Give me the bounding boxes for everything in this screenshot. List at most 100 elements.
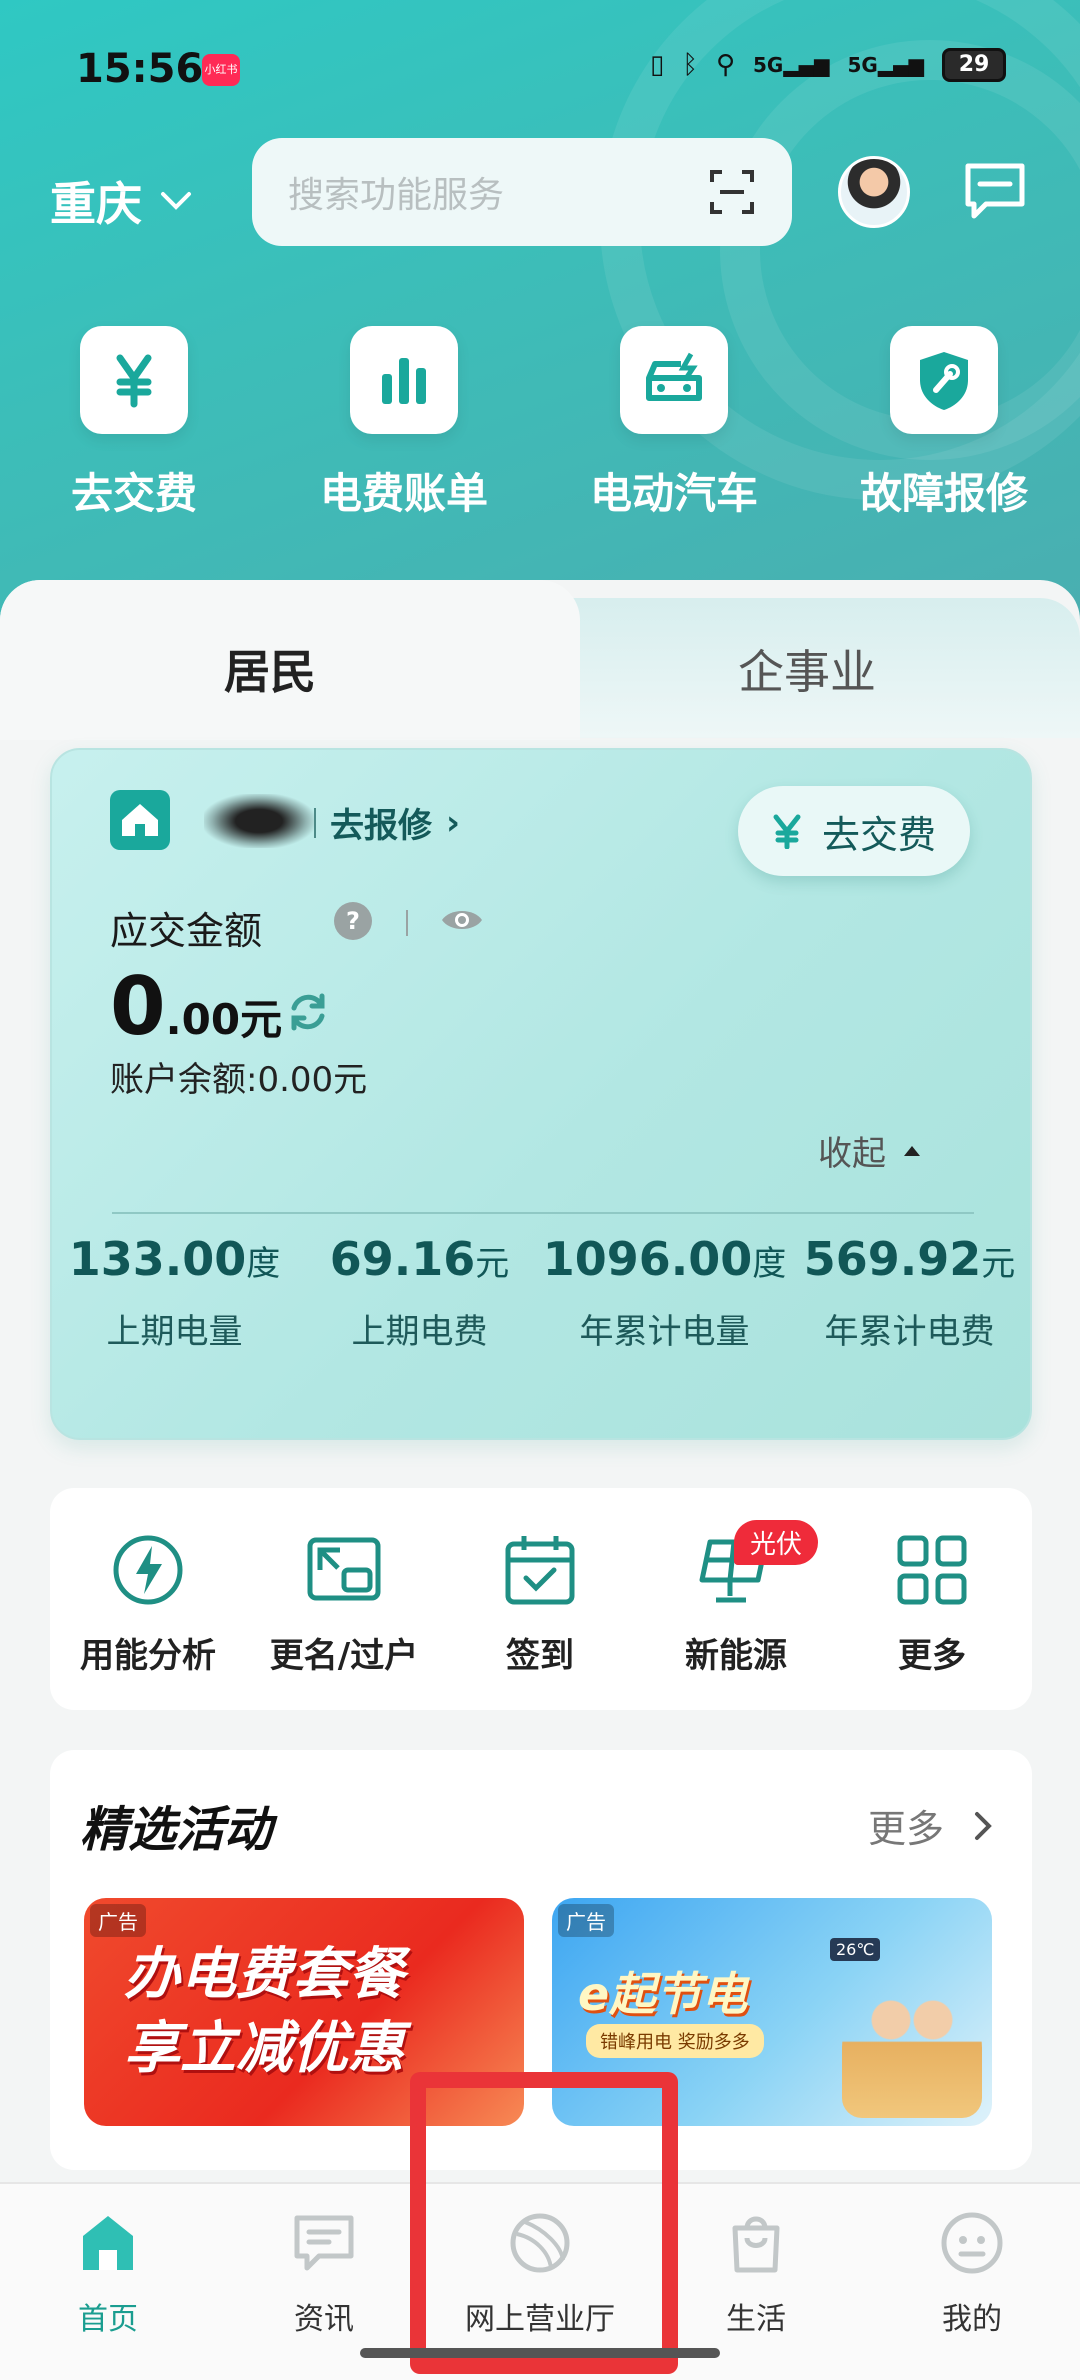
- app-notification-badge: 小红书: [202, 54, 240, 86]
- stat-value: 69.16元: [329, 1232, 510, 1286]
- quick-action-label: 电费账单: [319, 469, 488, 518]
- quick-action-bill[interactable]: 电费账单: [284, 326, 524, 521]
- transfer-icon: [307, 1537, 381, 1601]
- pay-button[interactable]: 去交费: [738, 786, 970, 876]
- eye-icon[interactable]: [440, 904, 484, 936]
- stat-value: 569.92元: [803, 1232, 1016, 1286]
- battery-indicator: 29: [942, 48, 1006, 82]
- stat-label: 上期电费: [351, 1312, 488, 1352]
- gesture-home-bar[interactable]: [360, 2348, 720, 2358]
- tab-resident[interactable]: 居民: [224, 636, 316, 702]
- search-input[interactable]: 搜索功能服务: [252, 138, 792, 246]
- repair-link[interactable]: 去报修 ›: [314, 798, 460, 847]
- quick-action-pay[interactable]: 去交费: [14, 326, 254, 521]
- service-label: 更名/过户: [269, 1636, 419, 1676]
- stat-value: 1096.00度: [542, 1232, 787, 1286]
- collapse-label: 收起: [818, 1134, 886, 1174]
- lightning-icon: [113, 1535, 183, 1605]
- stat-last-fee: 69.16元 上期电费: [297, 1218, 542, 1353]
- city-label: 重庆: [50, 177, 142, 231]
- stats-divider: [112, 1212, 974, 1214]
- stat-year-fee: 569.92元 年累计电费: [787, 1218, 1032, 1353]
- section-title: 精选活动: [80, 1802, 273, 1858]
- quick-action-ev[interactable]: 电动汽车: [554, 326, 794, 521]
- nav-life[interactable]: 生活: [648, 2208, 864, 2338]
- quick-action-repair[interactable]: 故障报修: [824, 326, 1064, 521]
- signal-icon: 5G▂▄▆: [753, 53, 830, 77]
- bluetooth-icon: ᛒ: [682, 50, 698, 80]
- status-time: 15:56: [76, 46, 204, 92]
- collapse-toggle[interactable]: 收起: [818, 1126, 922, 1175]
- amount-decimal: .00元: [165, 995, 283, 1044]
- stat-year-usage: 1096.00度 年累计电量: [542, 1218, 787, 1353]
- service-label: 用能分析: [80, 1636, 216, 1676]
- shopping-bag-icon: [732, 2216, 780, 2273]
- ev-car-icon: [620, 326, 728, 434]
- stat-label: 上期电量: [106, 1312, 243, 1352]
- grid-icon: [897, 1535, 967, 1605]
- signal-icon-2: 5G▂▄▆: [847, 53, 925, 77]
- pay-button-label: 去交费: [821, 812, 936, 857]
- service-label: 签到: [506, 1636, 574, 1676]
- banner-headline: e起节电: [578, 1967, 748, 2021]
- yen-icon: [80, 326, 188, 434]
- home-icon: [110, 790, 170, 850]
- refresh-icon[interactable]: [286, 990, 330, 1034]
- message-icon[interactable]: [962, 160, 1028, 222]
- divider: [406, 910, 408, 936]
- account-balance: 账户余额:0.00元: [110, 1060, 368, 1100]
- nav-news[interactable]: 资讯: [216, 2208, 432, 2338]
- nav-mine[interactable]: 我的: [864, 2208, 1080, 2338]
- bar-chart-icon: [350, 326, 458, 434]
- due-amount-label: 应交金额: [110, 909, 263, 953]
- stat-value: 133.00度: [68, 1232, 281, 1286]
- separator: [314, 807, 316, 838]
- pv-badge: 光伏: [734, 1520, 819, 1565]
- service-transfer[interactable]: 更名/过户: [246, 1530, 442, 1677]
- stat-last-usage: 133.00度 上期电量: [52, 1218, 297, 1353]
- chevron-right-icon: ›: [446, 802, 461, 843]
- account-name-redacted: [204, 794, 314, 848]
- quick-action-label: 去交费: [70, 469, 197, 518]
- repair-link-label: 去报修: [330, 806, 432, 846]
- calendar-check-icon: [505, 1536, 575, 1605]
- nav-label: 我的: [942, 2302, 1002, 2337]
- yen-icon: [773, 814, 801, 849]
- nav-label: 资讯: [294, 2302, 354, 2337]
- help-icon[interactable]: ?: [334, 902, 372, 940]
- service-checkin[interactable]: 签到: [442, 1530, 638, 1677]
- scan-icon[interactable]: [708, 168, 756, 216]
- wrench-shield-icon: [890, 326, 998, 434]
- due-amount: 0.00元: [110, 960, 282, 1053]
- quick-action-label: 电动汽车: [589, 469, 758, 518]
- news-icon: [294, 2215, 354, 2271]
- amount-integer: 0: [110, 960, 166, 1053]
- temperature-display: 26℃: [830, 1938, 881, 1961]
- status-bar: 15:56 小红书 ▯ ᛒ ⚲ 5G▂▄▆ 5G▂▄▆ 29: [0, 0, 1080, 140]
- tab-enterprise[interactable]: 企事业: [738, 636, 876, 702]
- caret-up-icon: [904, 1145, 920, 1156]
- location-icon: ⚲: [715, 50, 735, 80]
- vibrate-icon: ▯: [650, 50, 665, 80]
- banner-subtext: 错峰用电 奖励多多: [586, 2024, 764, 2058]
- banner-headline: 办电费套餐 享立减优惠: [124, 1942, 404, 2081]
- search-placeholder: 搜索功能服务: [288, 175, 505, 216]
- chevron-down-icon: [161, 192, 191, 210]
- ad-tag: 广告: [558, 1904, 614, 1937]
- service-energy-analysis[interactable]: 用能分析: [50, 1530, 246, 1677]
- stat-label: 年累计电量: [579, 1312, 750, 1352]
- status-icons: ▯ ᛒ ⚲ 5G▂▄▆ 5G▂▄▆ 29: [650, 48, 1006, 82]
- activities-more-link[interactable]: 更多: [868, 1798, 992, 1853]
- stat-label: 年累计电费: [824, 1312, 995, 1352]
- quick-action-label: 故障报修: [859, 469, 1028, 518]
- nav-label: 生活: [726, 2302, 786, 2337]
- city-selector[interactable]: 重庆: [50, 168, 192, 234]
- nav-home[interactable]: 首页: [0, 2208, 216, 2338]
- family-illustration: [842, 1978, 982, 2118]
- ad-tag: 广告: [90, 1904, 146, 1937]
- service-more[interactable]: 更多: [834, 1530, 1030, 1677]
- face-icon: [941, 2212, 1003, 2274]
- highlight-annotation-box: [410, 2072, 678, 2374]
- more-label: 更多: [867, 1807, 944, 1851]
- avatar[interactable]: [838, 156, 910, 228]
